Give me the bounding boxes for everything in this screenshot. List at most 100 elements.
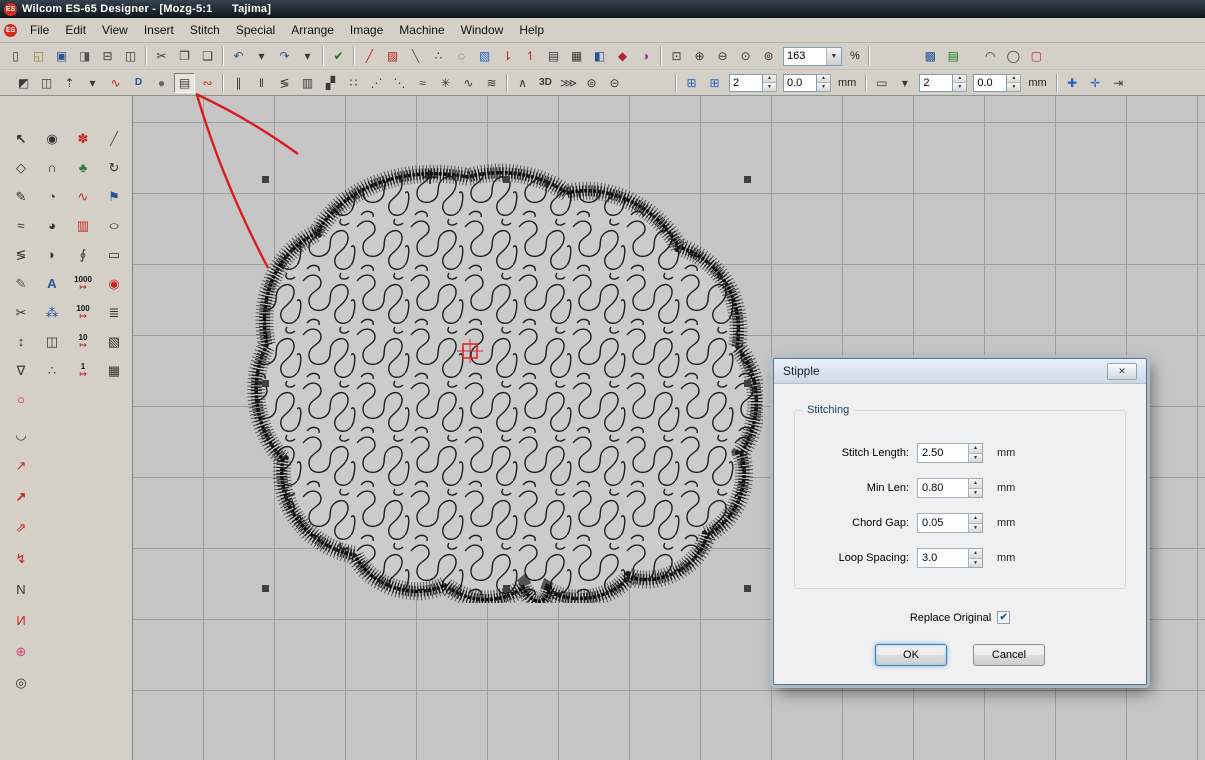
menu-arrange[interactable]: Arrange — [283, 19, 342, 41]
print-preview-icon[interactable]: ◫ — [120, 46, 141, 66]
move-design-icon[interactable]: ✛ — [1085, 73, 1106, 93]
menu-stitch[interactable]: Stitch — [182, 19, 228, 41]
menu-window[interactable]: Window — [453, 19, 512, 41]
menu-file[interactable]: File — [22, 19, 57, 41]
n-reshape-tool[interactable]: N — [16, 579, 25, 600]
paste-icon[interactable]: ❏ — [197, 46, 218, 66]
fan-shape-tool[interactable]: ◗ — [37, 244, 67, 265]
star-fill-icon[interactable]: ✳ — [435, 73, 456, 93]
stitch-angle-tool[interactable]: ↗ — [16, 455, 27, 476]
orientation-tool[interactable]: ◎ — [15, 672, 26, 693]
stitch-1-tool[interactable]: 1↦ — [68, 360, 98, 381]
dot-stitch-icon[interactable]: ● — [151, 73, 172, 93]
select-tool[interactable]: ↖ — [6, 128, 36, 149]
zoom-out-icon[interactable]: ⊖ — [712, 46, 733, 66]
stitch-100-tool[interactable]: 100↦ — [68, 302, 98, 323]
grid-spacing-input[interactable] — [729, 74, 763, 92]
ellipse-tool[interactable]: ○ — [92, 215, 137, 236]
knife-tool[interactable]: ✎ — [6, 273, 36, 294]
grid-snap-icon[interactable]: ⊞ — [681, 73, 702, 93]
print-icon[interactable]: ⊟ — [97, 46, 118, 66]
ok-button[interactable]: OK — [875, 644, 947, 666]
color-film-icon[interactable]: ◧ — [589, 46, 610, 66]
ruler-offset-field[interactable] — [973, 74, 1021, 92]
team-names-tool[interactable]: ⁂ — [37, 302, 67, 323]
zoom-dropdown-icon[interactable] — [826, 48, 841, 65]
loop-spacing-input[interactable] — [917, 548, 969, 568]
zoom-previous-icon[interactable]: ⊚ — [758, 46, 779, 66]
stem-stitch-tool[interactable]: ∮ — [68, 244, 98, 265]
travel-by-icon[interactable]: ⇥ — [1108, 73, 1129, 93]
applique-icon[interactable]: ▢ — [1026, 46, 1047, 66]
sequin-tool[interactable]: ◉ — [99, 273, 129, 294]
selection-handle[interactable] — [744, 380, 751, 387]
close-icon[interactable]: ✕ — [1107, 363, 1137, 380]
spinner-up-icon[interactable] — [969, 444, 982, 453]
reshape-tool[interactable]: ◉ — [37, 128, 67, 149]
selection-handle[interactable] — [262, 176, 269, 183]
undo-dropdown-icon[interactable]: ▾ — [251, 46, 272, 66]
florentine-effect-icon[interactable]: ≋ — [481, 73, 502, 93]
design-properties-icon[interactable]: ▤ — [943, 46, 964, 66]
designer-mode-icon[interactable]: D — [128, 73, 149, 93]
selection-handle[interactable] — [503, 585, 510, 592]
stitch-1000-tool[interactable]: 1000↦ — [68, 273, 98, 294]
flower-effect-tool[interactable]: ✽ — [68, 128, 98, 149]
cone-tool[interactable]: ∇ — [6, 360, 36, 381]
grid-spacing-field[interactable] — [729, 74, 777, 92]
buttonhole-tool[interactable]: ◫ — [37, 331, 67, 352]
pattern-stamp-tool[interactable]: ▧ — [99, 331, 129, 352]
grid-offset-field[interactable] — [783, 74, 831, 92]
stitch-list-icon[interactable]: ▤ — [543, 46, 564, 66]
freehand-draw-tool[interactable]: ✎ — [6, 186, 36, 207]
stitch-length-input[interactable] — [917, 443, 969, 463]
hatch-lines-tool[interactable]: ╱ — [99, 128, 129, 149]
thread-colors-icon[interactable]: ◆ — [612, 46, 633, 66]
grid-offset-input[interactable] — [783, 74, 817, 92]
zigzag-column-tool[interactable]: ∿ — [68, 186, 98, 207]
needle-in-icon[interactable]: ⇂ — [497, 46, 518, 66]
dome-shape-tool[interactable]: ∩ — [37, 157, 67, 178]
spinner-down-icon[interactable] — [969, 453, 982, 463]
raised-satin-icon[interactable]: ⊜ — [581, 73, 602, 93]
undo-icon[interactable]: ↶ — [228, 46, 249, 66]
ruler-spacing-input[interactable] — [919, 74, 953, 92]
wave-fill-icon[interactable]: ∿ — [458, 73, 479, 93]
ruler-spacing-field[interactable] — [919, 74, 967, 92]
edge-walk-icon[interactable]: ‖ — [251, 73, 272, 93]
wave-effect-icon[interactable]: ∿ — [105, 73, 126, 93]
ruler-offset-input[interactable] — [973, 74, 1007, 92]
fusion-fill-icon[interactable]: ▧ — [474, 46, 495, 66]
zoom-1to1-icon[interactable]: ⊙ — [735, 46, 756, 66]
double-zigzag-icon[interactable]: ≶ — [274, 73, 295, 93]
spinner-up-icon[interactable] — [953, 75, 966, 83]
globe-fill-tool[interactable]: ◔ — [37, 186, 67, 207]
redo-icon[interactable]: ↷ — [274, 46, 295, 66]
menu-special[interactable]: Special — [228, 19, 283, 41]
tree-motif-tool[interactable]: ♣ — [68, 157, 98, 178]
ruler-icon[interactable]: ▭ — [871, 73, 892, 93]
user-split-icon[interactable]: ⋱ — [389, 73, 410, 93]
fractional-spacing-icon[interactable]: ▞ — [320, 73, 341, 93]
zoom-combobox[interactable] — [783, 47, 842, 66]
cut-icon[interactable]: ✂ — [151, 46, 172, 66]
chord-gap-input[interactable] — [917, 513, 969, 533]
menu-machine[interactable]: Machine — [391, 19, 452, 41]
scissors-tool[interactable]: ✂ — [6, 302, 36, 323]
zoom-input[interactable] — [784, 50, 826, 62]
contour-stitch-icon[interactable]: ◌ — [451, 46, 472, 66]
spinner-up-icon[interactable] — [763, 75, 776, 83]
menu-edit[interactable]: Edit — [57, 19, 94, 41]
spinner-down-icon[interactable] — [969, 558, 982, 568]
spinner-down-icon[interactable] — [969, 523, 982, 533]
motif-fill-icon[interactable]: ∴ — [428, 46, 449, 66]
zigzag-tool[interactable]: ≶ — [6, 244, 36, 265]
open-design-icon[interactable]: ◱ — [28, 46, 49, 66]
menu-image[interactable]: Image — [342, 19, 391, 41]
selection-handle[interactable] — [262, 585, 269, 592]
entry-exit-tool[interactable]: ⊕ — [16, 641, 27, 662]
pan-tool-icon[interactable]: ✚ — [1062, 73, 1083, 93]
brain-stipple-design[interactable] — [243, 163, 763, 603]
save-design-icon[interactable]: ▣ — [51, 46, 72, 66]
spinner-down-icon[interactable] — [969, 488, 982, 498]
